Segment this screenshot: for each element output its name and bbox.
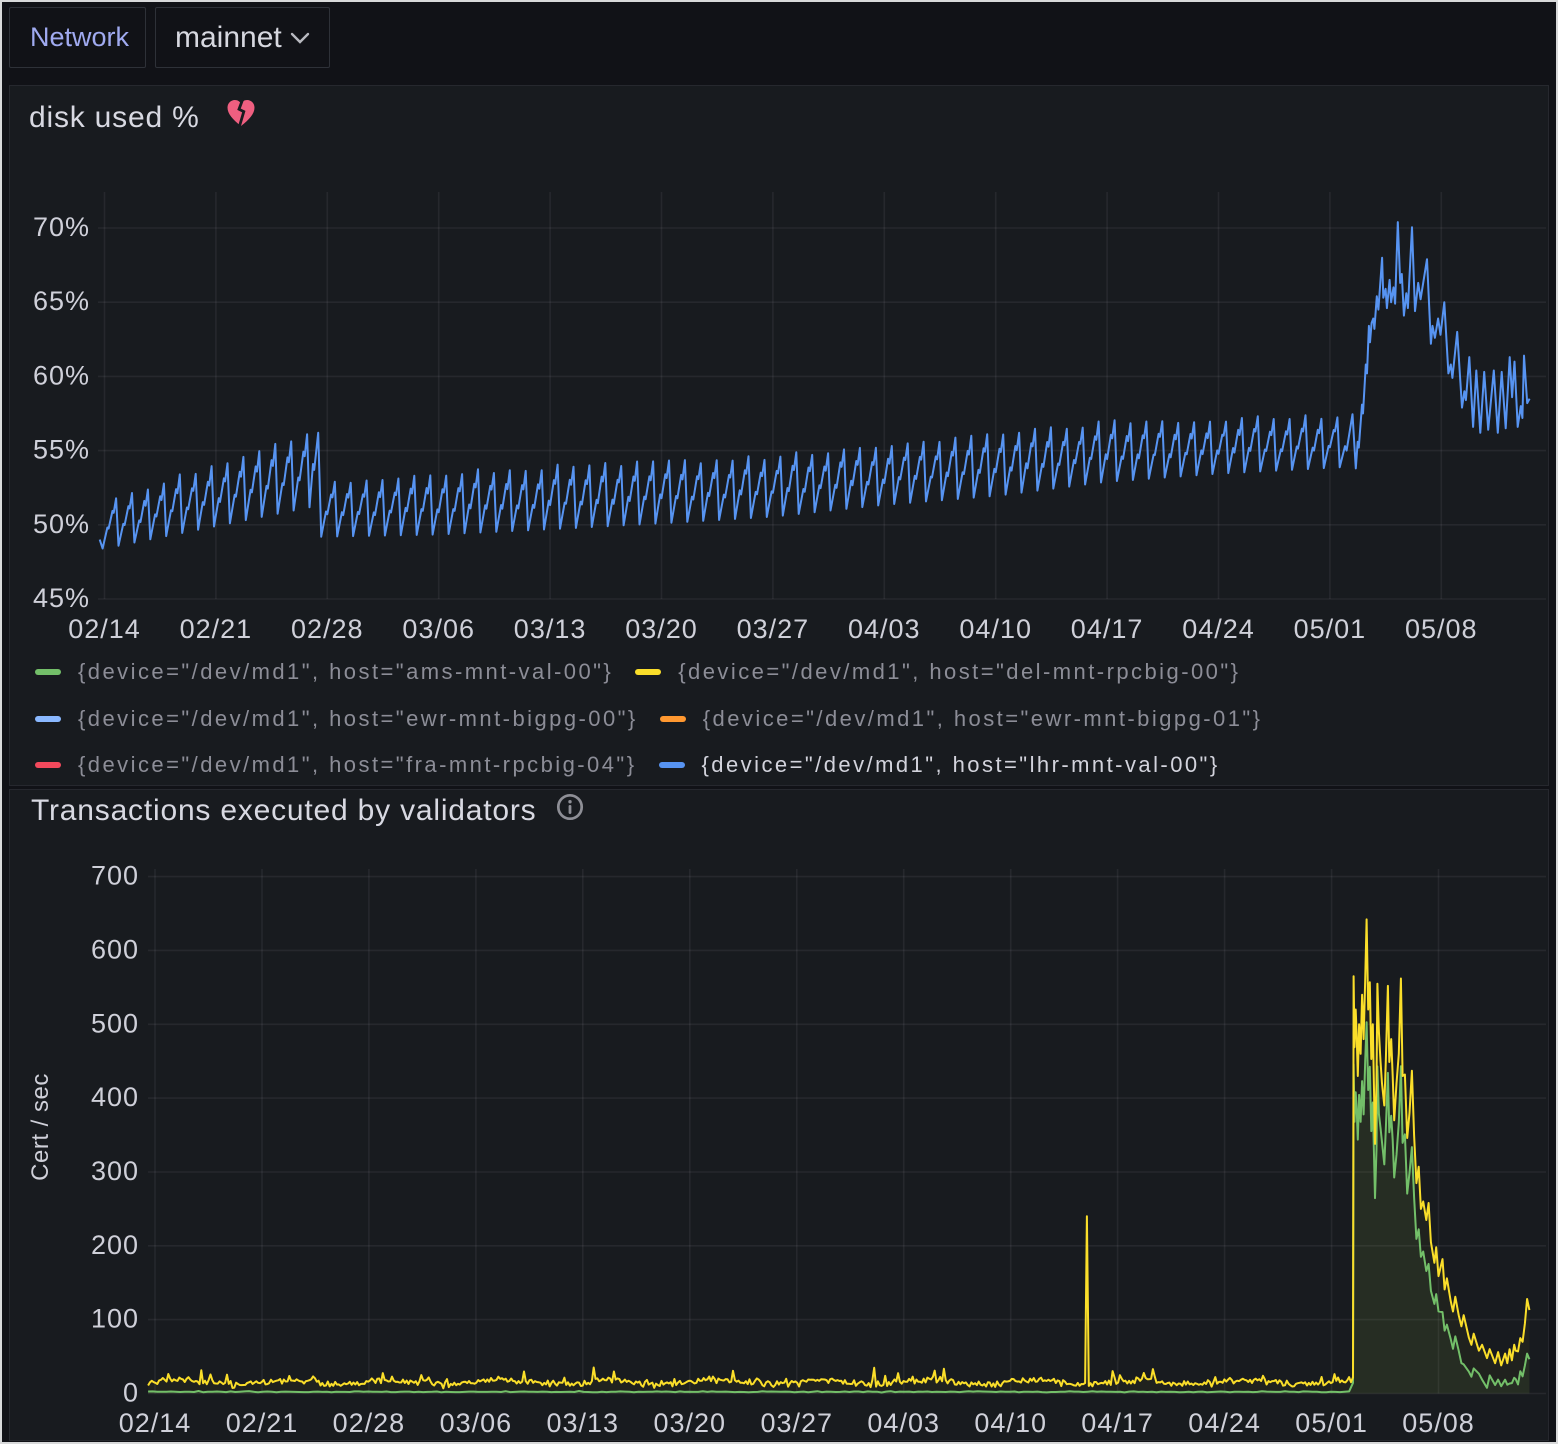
svg-text:03/13: 03/13	[547, 1408, 620, 1438]
svg-text:04/24: 04/24	[1182, 614, 1255, 644]
svg-text:60%: 60%	[33, 360, 90, 390]
svg-text:04/10: 04/10	[959, 614, 1032, 644]
svg-text:400: 400	[91, 1082, 139, 1112]
svg-text:02/14: 02/14	[119, 1408, 192, 1438]
svg-text:0: 0	[123, 1378, 139, 1408]
svg-text:05/01: 05/01	[1295, 1408, 1368, 1438]
svg-text:04/17: 04/17	[1071, 614, 1144, 644]
svg-text:02/28: 02/28	[291, 614, 364, 644]
svg-text:500: 500	[91, 1008, 139, 1038]
svg-text:Cert / sec: Cert / sec	[27, 1073, 54, 1181]
svg-text:04/24: 04/24	[1188, 1408, 1261, 1438]
svg-text:600: 600	[91, 934, 139, 964]
svg-text:700: 700	[91, 861, 139, 891]
svg-text:02/28: 02/28	[333, 1408, 406, 1438]
svg-text:70%: 70%	[33, 212, 90, 242]
svg-text:04/17: 04/17	[1081, 1408, 1154, 1438]
svg-text:02/21: 02/21	[180, 614, 253, 644]
svg-text:55%: 55%	[33, 435, 90, 465]
svg-text:02/21: 02/21	[226, 1408, 299, 1438]
svg-text:50%: 50%	[33, 509, 90, 539]
svg-text:03/27: 03/27	[737, 614, 810, 644]
svg-text:03/20: 03/20	[654, 1408, 727, 1438]
svg-text:03/06: 03/06	[402, 614, 475, 644]
svg-text:05/08: 05/08	[1405, 614, 1478, 644]
svg-text:300: 300	[91, 1156, 139, 1186]
svg-text:200: 200	[91, 1230, 139, 1260]
svg-text:05/01: 05/01	[1294, 614, 1367, 644]
svg-text:04/03: 04/03	[848, 614, 921, 644]
svg-text:04/03: 04/03	[867, 1408, 940, 1438]
svg-text:03/06: 03/06	[440, 1408, 513, 1438]
svg-text:04/10: 04/10	[974, 1408, 1047, 1438]
svg-text:65%: 65%	[33, 286, 90, 316]
svg-text:03/20: 03/20	[625, 614, 698, 644]
svg-text:45%: 45%	[33, 583, 90, 613]
svg-text:100: 100	[91, 1304, 139, 1334]
svg-text:03/13: 03/13	[514, 614, 587, 644]
svg-text:05/08: 05/08	[1402, 1408, 1475, 1438]
svg-text:02/14: 02/14	[68, 614, 141, 644]
svg-text:03/27: 03/27	[761, 1408, 834, 1438]
